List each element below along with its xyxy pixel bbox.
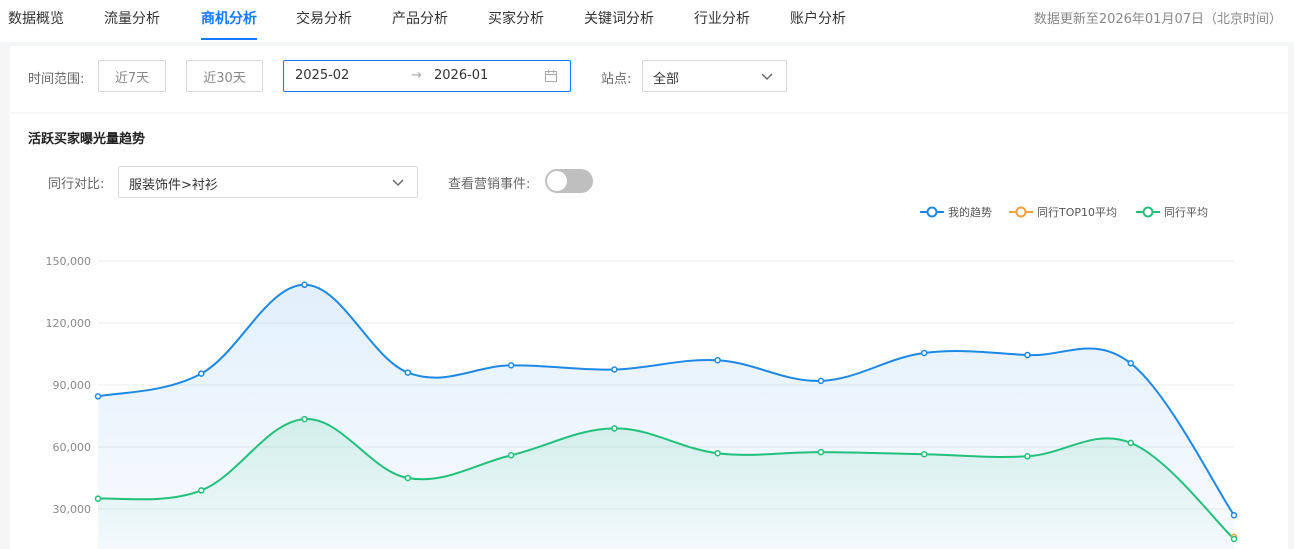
site-label: 站点: xyxy=(601,72,632,87)
peer-compare-value: 服装饰件>衬衫 xyxy=(129,178,218,193)
range-start-value: 2025-02 xyxy=(295,68,350,83)
peer-compare-label: 同行对比: xyxy=(48,177,105,192)
time-range-label: 时间范围: xyxy=(28,72,85,87)
date-range-picker[interactable]: 2025-02 → 2026-01 xyxy=(283,60,571,92)
site-select[interactable]: 全部 xyxy=(642,60,787,92)
peer-compare-select[interactable]: 服装饰件>衬衫 xyxy=(118,166,418,198)
legend-peer-avg[interactable]: 同行平均 xyxy=(1136,204,1208,220)
marketing-events-toggle[interactable] xyxy=(545,169,593,193)
data-update-info: 数据更新至2026年01月07日（北京时间） xyxy=(1033,12,1282,27)
active-tab-indicator xyxy=(201,38,257,40)
panel-title: 活跃买家曝光量趋势 xyxy=(28,132,146,147)
last-7-days-button[interactable]: 近7天 xyxy=(98,60,166,92)
trend-panel: 活跃买家曝光量趋势 同行对比: 服装饰件>衬衫 查看营销事件: 我的趋势 同行T… xyxy=(10,114,1288,549)
top-nav: 数据概览 流量分析 商机分析 交易分析 产品分析 买家分析 关键词分析 行业分析… xyxy=(0,0,1294,42)
tab-buyer-analysis[interactable]: 买家分析 xyxy=(488,8,544,28)
legend-marker-icon xyxy=(920,206,944,218)
legend-my-trend[interactable]: 我的趋势 xyxy=(920,204,992,220)
last-30-days-button[interactable]: 近30天 xyxy=(186,60,263,92)
tab-data-overview[interactable]: 数据概览 xyxy=(8,8,64,28)
legend-label: 同行TOP10平均 xyxy=(1037,206,1118,219)
calendar-icon xyxy=(545,70,557,82)
legend-marker-icon xyxy=(1009,206,1033,218)
tab-opportunity-analysis[interactable]: 商机分析 xyxy=(201,8,257,28)
site-select-value: 全部 xyxy=(653,72,680,87)
legend-marker-icon xyxy=(1136,206,1160,218)
tab-keyword-analysis[interactable]: 关键词分析 xyxy=(584,8,654,28)
tab-industry-analysis[interactable]: 行业分析 xyxy=(694,8,750,28)
legend-top10-avg[interactable]: 同行TOP10平均 xyxy=(1009,204,1117,220)
marketing-events-label: 查看营销事件: xyxy=(448,177,531,192)
chevron-down-icon xyxy=(761,73,773,80)
filter-bar: 时间范围: 近7天 近30天 2025-02 → 2026-01 站点: 全部 xyxy=(10,46,1288,112)
tab-traffic-analysis[interactable]: 流量分析 xyxy=(104,8,160,28)
legend-label: 同行平均 xyxy=(1164,206,1208,219)
legend-label: 我的趋势 xyxy=(948,206,992,219)
range-end-value: 2026-01 xyxy=(434,68,489,83)
tab-product-analysis[interactable]: 产品分析 xyxy=(392,8,448,28)
chevron-down-icon xyxy=(392,179,404,186)
tab-transaction-analysis[interactable]: 交易分析 xyxy=(296,8,352,28)
tab-account-analysis[interactable]: 账户分析 xyxy=(790,8,846,28)
toggle-knob xyxy=(547,171,567,191)
range-arrow-icon: → xyxy=(411,68,422,83)
